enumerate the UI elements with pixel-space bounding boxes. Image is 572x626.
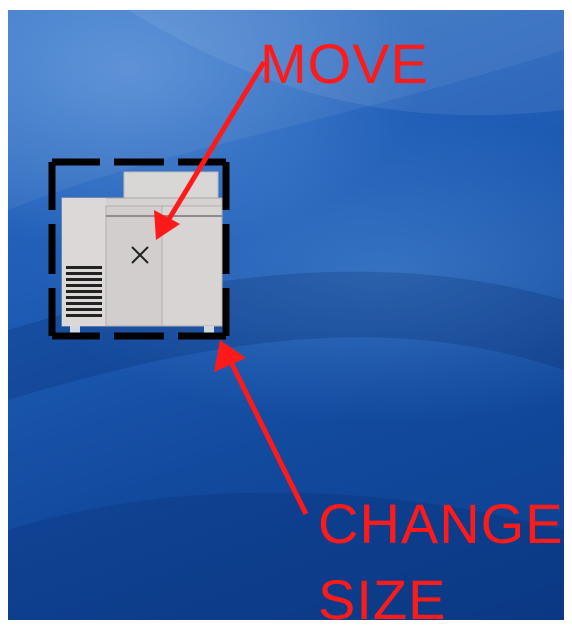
move-label: MOVE: [260, 32, 429, 95]
desktop-background: MOVE CHANGE SIZE: [8, 10, 564, 620]
selected-widget[interactable]: [48, 158, 230, 340]
size-label: SIZE: [318, 568, 447, 621]
change-label: CHANGE: [318, 492, 564, 555]
